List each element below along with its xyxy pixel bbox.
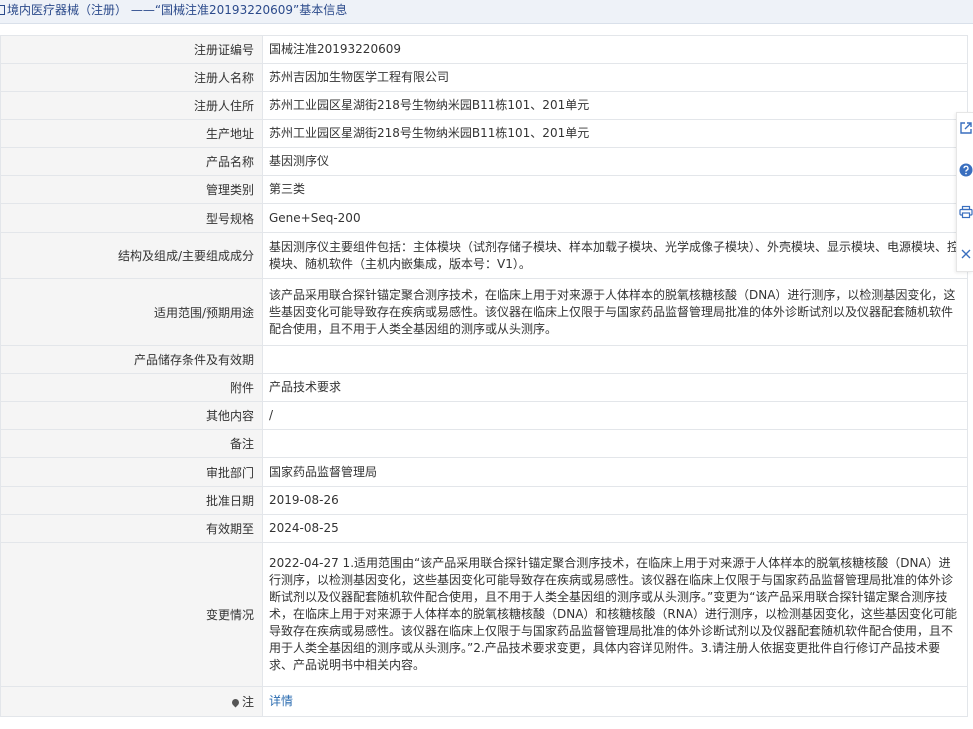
row-value: 第三类 <box>262 175 968 204</box>
page-title: 境内医疗器械（注册） ——“国械注准20193220609”基本信息 <box>7 3 348 17</box>
registration-number: 国械注准20193220609 <box>269 42 401 56</box>
print-icon[interactable] <box>959 205 973 219</box>
row-value <box>262 345 968 374</box>
other-content: / <box>269 408 274 422</box>
help-icon[interactable] <box>959 163 973 177</box>
table-row: 注册人住所 苏州工业园区星湖街218号生物纳米园B11栋101、201单元 <box>0 91 968 120</box>
table-row: 附件 产品技术要求 <box>0 373 968 402</box>
row-value: / <box>262 401 968 430</box>
row-label: 批准日期 <box>0 486 263 515</box>
row-value: 苏州工业园区星湖街218号生物纳米园B11栋101、201单元 <box>262 91 968 120</box>
table-row: 注册人名称 苏州吉因加生物医学工程有限公司 <box>0 63 968 92</box>
close-icon[interactable] <box>959 247 973 261</box>
row-value: 基因测序仪主要组件包括：主体模块（试剂存储子模块、样本加载子模块、光学成像子模块… <box>262 232 968 279</box>
details-link[interactable]: 详情 <box>269 693 961 710</box>
product-name: 基因测序仪 <box>269 154 330 168</box>
pin-icon <box>230 697 241 708</box>
table-row: 结构及组成/主要组成成分 基因测序仪主要组件包括：主体模块（试剂存储子模块、样本… <box>0 232 968 279</box>
table-row: 产品名称 基因测序仪 <box>0 147 968 176</box>
row-label: 变更情况 <box>0 542 263 687</box>
approval-date: 2019-08-26 <box>269 493 339 507</box>
note-label: 注 <box>241 695 254 709</box>
production-address: 苏州工业园区星湖街218号生物纳米园B11栋101、201单元 <box>269 126 590 140</box>
side-toolbar <box>956 112 973 272</box>
row-label: 其他内容 <box>0 401 263 430</box>
row-value: 该产品采用联合探针锚定聚合测序技术，在临床上用于对来源于人体样本的脱氧核糖核酸（… <box>262 278 968 346</box>
intended-use: 该产品采用联合探针锚定聚合测序技术，在临床上用于对来源于人体样本的脱氧核糖核酸（… <box>269 287 956 336</box>
table-row: 注册证编号 国械注准20193220609 <box>0 35 968 64</box>
table-row: 批准日期 2019-08-26 <box>0 486 968 515</box>
table-row: 适用范围/预期用途 该产品采用联合探针锚定聚合测序技术，在临床上用于对来源于人体… <box>0 278 968 346</box>
document-icon <box>0 5 5 15</box>
row-value: 产品技术要求 <box>262 373 968 402</box>
registrant-address: 苏州工业园区星湖街218号生物纳米园B11栋101、201单元 <box>269 98 590 112</box>
row-label: 注册人名称 <box>0 63 263 92</box>
row-label: 注册证编号 <box>0 35 263 64</box>
row-value: 基因测序仪 <box>262 147 968 176</box>
row-label: 备注 <box>0 429 263 458</box>
table-row: 管理类别 第三类 <box>0 175 968 204</box>
row-value: 国械注准20193220609 <box>262 35 968 64</box>
row-label: 管理类别 <box>0 175 263 204</box>
attachment: 产品技术要求 <box>269 380 342 394</box>
row-label: 注 <box>0 686 263 717</box>
row-value: 苏州吉因加生物医学工程有限公司 <box>262 63 968 92</box>
row-label: 有效期至 <box>0 514 263 543</box>
row-value: 2024-08-25 <box>262 514 968 543</box>
table-row: 备注 <box>0 429 968 458</box>
row-label: 审批部门 <box>0 457 263 487</box>
table-row: 注 详情 <box>0 686 968 717</box>
row-label: 注册人住所 <box>0 91 263 120</box>
valid-until: 2024-08-25 <box>269 521 339 535</box>
model-spec: Gene+Seq-200 <box>269 210 361 225</box>
management-category: 第三类 <box>269 182 306 196</box>
composition-line-1: 基因测序仪主要组件包括：主体模块（试剂存储子模块、样本加载子模块、光学成像子模块… <box>269 239 961 254</box>
table-row: 生产地址 苏州工业园区星湖街218号生物纳米园B11栋101、201单元 <box>0 119 968 148</box>
registrant-name: 苏州吉因加生物医学工程有限公司 <box>269 70 450 84</box>
row-value: Gene+Seq-200 <box>262 203 968 233</box>
approval-department: 国家药品监督管理局 <box>269 464 378 479</box>
table-row: 审批部门 国家药品监督管理局 <box>0 457 968 487</box>
table-row: 其他内容 / <box>0 401 968 430</box>
row-value: 2022-04-27 1.适用范围由“该产品采用联合探针锚定聚合测序技术，在临床… <box>262 542 968 687</box>
table-row: 型号规格 Gene+Seq-200 <box>0 203 968 233</box>
row-label: 结构及组成/主要组成成分 <box>0 232 263 279</box>
row-label: 适用范围/预期用途 <box>0 278 263 346</box>
composition-line-2: 模块、随机软件（主机内嵌集成，版本号：V1）。 <box>269 256 531 271</box>
row-label: 型号规格 <box>0 203 263 233</box>
change-history: 2022-04-27 1.适用范围由“该产品采用联合探针锚定聚合测序技术，在临床… <box>269 556 957 672</box>
row-value <box>262 429 968 458</box>
table-row: 有效期至 2024-08-25 <box>0 514 968 543</box>
table-row: 变更情况 2022-04-27 1.适用范围由“该产品采用联合探针锚定聚合测序技… <box>0 542 968 687</box>
info-table: 注册证编号 国械注准20193220609 注册人名称 苏州吉因加生物医学工程有… <box>0 35 968 717</box>
row-label: 产品名称 <box>0 147 263 176</box>
row-value: 2019-08-26 <box>262 486 968 515</box>
share-icon[interactable] <box>959 121 973 135</box>
row-value: 苏州工业园区星湖街218号生物纳米园B11栋101、201单元 <box>262 119 968 148</box>
row-value: 详情 <box>262 686 968 717</box>
row-label: 附件 <box>0 373 263 402</box>
row-value: 国家药品监督管理局 <box>262 457 968 487</box>
page-header: 境内医疗器械（注册） ——“国械注准20193220609”基本信息 <box>0 0 973 24</box>
row-label: 产品储存条件及有效期 <box>0 345 263 374</box>
row-label: 生产地址 <box>0 119 263 148</box>
table-row: 产品储存条件及有效期 <box>0 345 968 374</box>
